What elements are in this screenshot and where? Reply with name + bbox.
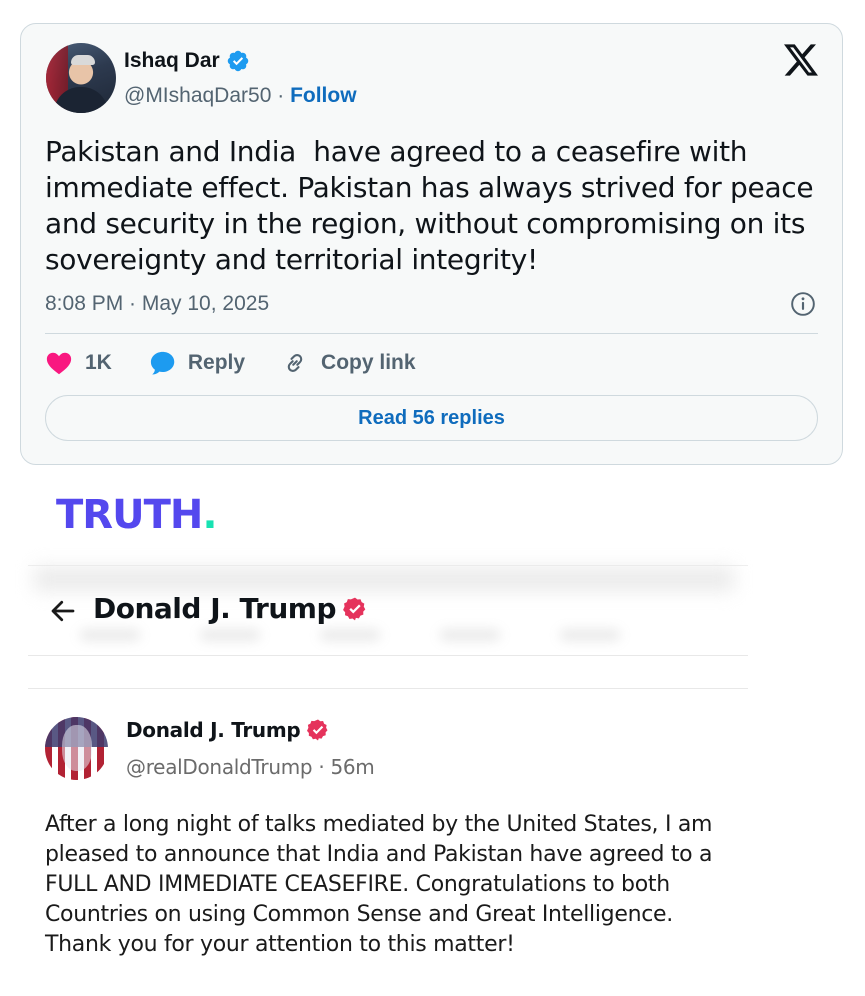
post-handle-time[interactable]: @realDonaldTrump · 56m bbox=[126, 755, 375, 779]
reply-bubble-icon bbox=[150, 351, 175, 375]
author-name[interactable]: Ishaq Dar bbox=[124, 49, 220, 73]
tweet-divider bbox=[45, 333, 818, 334]
tweet-card: Ishaq Dar @MIshaqDar50 · Follow Pakistan… bbox=[20, 23, 843, 465]
tweet-actions: 1K Reply Copy link bbox=[45, 349, 452, 377]
verified-badge-icon bbox=[343, 597, 366, 620]
link-icon bbox=[287, 353, 303, 373]
profile-header: Donald J. Trump bbox=[93, 592, 368, 625]
profile-header-title: Donald J. Trump bbox=[93, 592, 336, 625]
post-author-row: Donald J. Trump bbox=[126, 718, 330, 742]
avatar-hair-shape bbox=[71, 55, 95, 65]
verified-badge-icon bbox=[227, 50, 248, 72]
tweet-timestamp[interactable]: 8:08 PM · May 10, 2025 bbox=[45, 292, 269, 316]
like-action[interactable]: 1K bbox=[45, 349, 112, 377]
follow-button[interactable]: Follow bbox=[290, 84, 357, 107]
header-top-rule bbox=[28, 565, 748, 566]
copy-link-label: Copy link bbox=[321, 351, 416, 374]
post-text: After a long night of talks mediated by … bbox=[45, 812, 713, 957]
read-replies-button[interactable]: Read 56 replies bbox=[45, 395, 818, 441]
author-handle-row: @MIshaqDar50 · Follow bbox=[124, 84, 357, 108]
author-name-row: Ishaq Dar bbox=[124, 49, 250, 73]
ghost-tab bbox=[200, 630, 260, 640]
reply-action[interactable]: Reply bbox=[148, 349, 245, 377]
blurred-tabs bbox=[80, 630, 640, 650]
ghost-tab bbox=[560, 630, 620, 640]
like-count: 1K bbox=[85, 351, 112, 374]
truth-logo-dot: . bbox=[202, 492, 217, 538]
author-handle[interactable]: @MIshaqDar50 bbox=[124, 84, 271, 107]
heart-icon bbox=[46, 352, 72, 375]
back-arrow-icon[interactable] bbox=[48, 596, 78, 626]
header-divider bbox=[28, 655, 748, 656]
verified-badge-icon bbox=[307, 719, 328, 741]
ghost-tab bbox=[80, 630, 140, 640]
tweet-text: Pakistan and India have agreed to a ceas… bbox=[45, 135, 822, 276]
ghost-tab bbox=[320, 630, 380, 640]
copy-link-action[interactable]: Copy link bbox=[281, 349, 416, 377]
truth-logo-word: TRUTH bbox=[56, 492, 203, 538]
blurred-nav-bar bbox=[34, 567, 734, 591]
handle-separator: · bbox=[271, 84, 291, 107]
x-logo-icon[interactable] bbox=[784, 44, 818, 76]
post-divider bbox=[28, 688, 748, 689]
truth-social-logo: TRUTH. bbox=[56, 492, 218, 538]
avatar-face-shape bbox=[62, 725, 92, 771]
author-avatar[interactable] bbox=[46, 43, 116, 113]
info-icon[interactable] bbox=[790, 291, 816, 317]
ghost-tab bbox=[440, 630, 500, 640]
post-author-name[interactable]: Donald J. Trump bbox=[126, 718, 301, 742]
reply-label: Reply bbox=[187, 351, 246, 374]
post-author-avatar[interactable] bbox=[45, 717, 108, 780]
